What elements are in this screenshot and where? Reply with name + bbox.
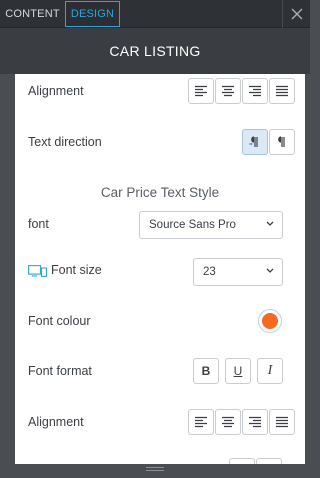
align-justify-button[interactable] bbox=[269, 78, 295, 104]
alignment-button-group bbox=[187, 409, 295, 435]
underline-icon: U bbox=[233, 364, 243, 378]
close-icon bbox=[291, 8, 303, 20]
alignment-row-bottom: Alignment bbox=[28, 408, 298, 438]
text-direction-button-group bbox=[241, 129, 295, 155]
font-size-select[interactable]: 23 bbox=[193, 258, 283, 286]
close-button[interactable] bbox=[282, 0, 310, 28]
italic-button[interactable]: I bbox=[257, 358, 283, 384]
tab-design[interactable]: DESIGN bbox=[65, 1, 120, 27]
font-colour-label: Font colour bbox=[28, 314, 91, 328]
align-left-icon bbox=[195, 416, 207, 428]
top-tab-bar: CONTENT DESIGN bbox=[0, 0, 310, 28]
font-format-button-group: B U I bbox=[193, 358, 283, 384]
chevron-down-icon bbox=[266, 221, 274, 226]
font-format-row: Font format B U I bbox=[28, 357, 298, 387]
panel-title: CAR LISTING bbox=[0, 28, 310, 74]
left-gutter bbox=[0, 74, 15, 478]
font-format-label: Font format bbox=[28, 364, 92, 378]
tab-content[interactable]: CONTENT bbox=[1, 1, 64, 27]
font-row: font Source Sans Pro bbox=[28, 210, 298, 240]
car-price-section-title: Car Price Text Style bbox=[100, 185, 220, 200]
font-size-row: Font size 23 bbox=[28, 256, 298, 286]
align-right-button[interactable] bbox=[242, 78, 268, 104]
rtl-direction-button[interactable] bbox=[269, 129, 295, 155]
alignment-button-group bbox=[187, 78, 295, 104]
align-justify-button[interactable] bbox=[269, 409, 295, 435]
design-settings-panel: Alignment Text direction Car Price Text … bbox=[15, 74, 305, 464]
font-colour-swatch[interactable] bbox=[258, 309, 282, 333]
text-direction-label: Text direction bbox=[28, 135, 102, 149]
ltr-direction-icon bbox=[249, 136, 258, 147]
ltr-direction-button[interactable] bbox=[242, 129, 268, 155]
align-justify-icon bbox=[276, 85, 288, 97]
font-family-value: Source Sans Pro bbox=[149, 219, 236, 231]
font-family-select[interactable]: Source Sans Pro bbox=[139, 211, 283, 239]
align-right-icon bbox=[249, 416, 261, 428]
font-colour-dot bbox=[262, 313, 278, 329]
font-size-value: 23 bbox=[203, 266, 216, 278]
align-left-icon bbox=[195, 85, 207, 97]
chevron-down-icon bbox=[266, 268, 274, 273]
cutoff-button[interactable] bbox=[229, 458, 255, 464]
align-center-icon bbox=[222, 416, 234, 428]
font-size-label: Font size bbox=[51, 263, 102, 277]
italic-icon: I bbox=[267, 363, 273, 378]
align-right-icon bbox=[249, 85, 261, 97]
bold-button[interactable]: B bbox=[193, 358, 219, 384]
font-label: font bbox=[28, 217, 49, 231]
font-colour-row: Font colour bbox=[28, 307, 298, 337]
resize-handle[interactable] bbox=[146, 467, 164, 473]
cutoff-button-group bbox=[228, 458, 282, 464]
align-left-button[interactable] bbox=[188, 409, 214, 435]
text-direction-row: Text direction bbox=[28, 128, 298, 158]
responsive-device-icon[interactable] bbox=[28, 265, 47, 277]
alignment-label: Alignment bbox=[28, 84, 84, 98]
alignment-label: Alignment bbox=[28, 415, 84, 429]
align-left-button[interactable] bbox=[188, 78, 214, 104]
align-justify-icon bbox=[276, 416, 288, 428]
bold-icon: B bbox=[201, 364, 211, 378]
align-right-button[interactable] bbox=[242, 409, 268, 435]
align-center-icon bbox=[222, 85, 234, 97]
align-center-button[interactable] bbox=[215, 409, 241, 435]
alignment-row-top: Alignment bbox=[28, 77, 298, 107]
rtl-direction-icon bbox=[278, 136, 285, 147]
right-gutter bbox=[305, 74, 310, 478]
align-center-button[interactable] bbox=[215, 78, 241, 104]
cutoff-button[interactable] bbox=[256, 458, 282, 464]
underline-button[interactable]: U bbox=[225, 358, 251, 384]
